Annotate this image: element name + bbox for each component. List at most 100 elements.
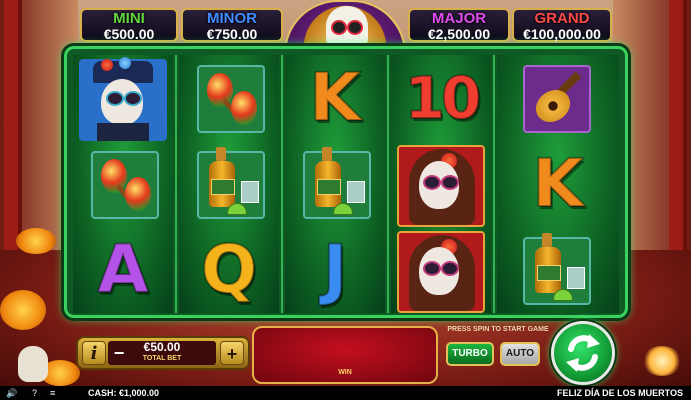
symbol-tile	[523, 233, 591, 305]
help-icon[interactable]: ?	[32, 386, 37, 400]
letter-j-glyph: J	[322, 231, 349, 308]
jackpot-minor-value: €750.00	[206, 26, 258, 42]
suit	[97, 123, 149, 141]
symbol-letter-j: J	[285, 227, 385, 313]
decrease-bet-button[interactable]: −	[110, 341, 128, 365]
increase-bet-button[interactable]: +	[220, 341, 244, 365]
reel-separator	[493, 55, 495, 313]
spin-button[interactable]	[551, 321, 615, 385]
jackpot-mini-value: €500.00	[103, 26, 155, 42]
jackpot-minor: MINOR €750.00	[181, 8, 283, 42]
bottle-neck	[322, 147, 332, 161]
symbol-letter-k: K	[497, 141, 619, 227]
jackpot-minor-label: MINOR	[207, 10, 257, 27]
symbol-letter-k: K	[285, 55, 385, 141]
character-portrait	[397, 145, 485, 227]
symbol-tile	[91, 151, 159, 219]
jackpot-major-value: €2,500.00	[427, 26, 491, 42]
symbol-letter-10: 10	[391, 55, 491, 141]
rose	[101, 59, 113, 71]
flower	[119, 57, 131, 69]
bottle-label	[317, 179, 341, 195]
bottle-label	[211, 179, 235, 195]
autoplay-button[interactable]: AUTO	[500, 342, 540, 366]
spin-arrows-icon	[566, 334, 600, 372]
win-display: WIN	[252, 326, 438, 384]
symbol-sugar-skull-man	[73, 55, 173, 141]
reel-3: K J	[285, 55, 385, 313]
symbol-maracas	[73, 141, 173, 227]
sugar-skull-decoration	[18, 346, 48, 382]
marigold-flowers-left	[16, 228, 56, 254]
character-portrait	[397, 231, 485, 313]
letter-a-glyph: A	[96, 231, 149, 308]
maraca	[125, 177, 151, 211]
shot-glass	[241, 181, 259, 203]
symbol-letter-q: Q	[179, 227, 279, 313]
symbol-tile	[303, 147, 371, 219]
character-portrait	[79, 57, 167, 141]
jackpot-grand-label: GRAND	[534, 10, 590, 27]
face	[419, 247, 459, 295]
reel-5: K	[497, 55, 619, 313]
sound-icon[interactable]: 🔊	[6, 386, 17, 400]
reel-separator	[387, 55, 389, 313]
marigold-flowers-left-bottom	[0, 290, 46, 330]
candle-right	[642, 346, 682, 376]
eye-right	[124, 91, 142, 106]
letter-10-glyph: 10	[404, 64, 483, 132]
reel-2: Q	[179, 55, 279, 313]
jackpot-mini: MINI €500.00	[80, 8, 178, 42]
jackpot-major-label: MAJOR	[431, 10, 487, 27]
symbol-guitar	[497, 55, 619, 141]
symbol-tile	[197, 65, 265, 133]
eye-left	[423, 261, 441, 276]
reel-separator	[281, 55, 283, 313]
symbol-catrina-woman	[391, 141, 491, 227]
eye-right	[441, 175, 459, 190]
jackpot-mini-label: MINI	[113, 10, 145, 27]
jackpot-grand: GRAND €100,000.00	[512, 8, 612, 42]
skull-eye-right	[347, 20, 363, 35]
symbol-tequila	[285, 141, 385, 227]
turbo-button[interactable]: TURBO	[446, 342, 494, 366]
game-title: FELIZ DÍA DE LOS MUERTOS	[556, 388, 683, 398]
status-bar: 🔊 ? ≡ CASH: €1,000.00 FELIZ DÍA DE LOS M…	[0, 386, 691, 400]
lime	[227, 203, 247, 215]
skull-eye-left	[331, 20, 347, 35]
win-label: WIN	[338, 369, 352, 376]
spin-hint: PRESS SPIN TO START GAME	[447, 326, 549, 333]
face	[101, 79, 143, 125]
reel-4: 10	[391, 55, 491, 313]
jackpot-grand-value: €100,000.00	[523, 26, 601, 42]
bottle-label	[537, 265, 561, 281]
guitar-body	[529, 83, 577, 129]
symbol-catrina-woman	[391, 227, 491, 313]
menu-icon[interactable]: ≡	[50, 386, 55, 400]
symbol-maracas	[179, 55, 279, 141]
reel-1: A	[73, 55, 173, 313]
symbol-tile	[197, 147, 265, 219]
symbol-letter-a: A	[73, 227, 173, 313]
face	[419, 161, 459, 209]
jackpot-major: MAJOR €2,500.00	[408, 8, 510, 42]
reel-frame: A Q K J 10 K	[64, 46, 628, 318]
symbol-tile	[523, 65, 591, 133]
eye-left	[106, 91, 124, 106]
symbol-tequila	[179, 141, 279, 227]
lime	[553, 289, 573, 301]
letter-k-glyph: K	[308, 59, 361, 136]
eye-right	[441, 261, 459, 276]
shot-glass	[347, 181, 365, 203]
bottle-neck	[216, 147, 226, 161]
bottle-neck	[542, 233, 552, 247]
symbol-tequila	[497, 227, 619, 313]
maraca	[231, 91, 257, 125]
bet-panel: i €50.00 TOTAL BET − +	[78, 338, 248, 368]
letter-q-glyph: Q	[200, 231, 258, 308]
info-button[interactable]: i	[82, 341, 106, 365]
reel-separator	[175, 55, 177, 313]
letter-k-glyph: K	[531, 145, 584, 222]
lime	[333, 203, 353, 215]
cash-balance: CASH: €1,000.00	[88, 388, 160, 398]
